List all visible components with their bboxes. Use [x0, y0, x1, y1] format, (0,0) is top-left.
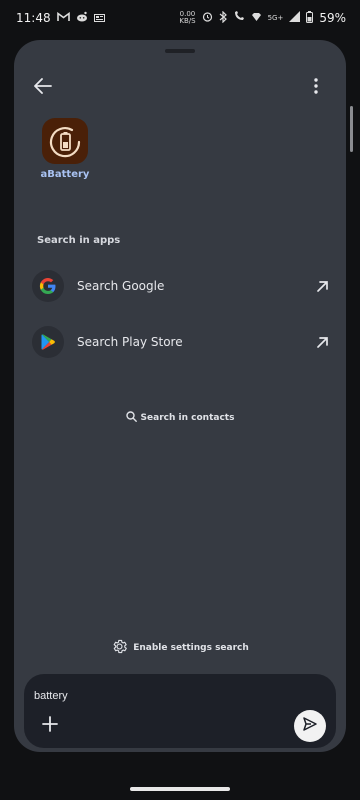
gmail-icon — [56, 11, 70, 25]
battery-percent: 59% — [319, 11, 346, 25]
network-type: 5G+ — [267, 13, 284, 22]
battery-icon — [306, 10, 314, 26]
enable-settings-search-label: Enable settings search — [133, 643, 249, 653]
news-icon — [93, 11, 105, 25]
arrow-up-right-icon — [312, 276, 332, 296]
status-left: 11:48 — [16, 11, 105, 25]
wifi-calling-icon — [233, 11, 245, 25]
edge-scroll-handle[interactable] — [350, 106, 353, 152]
signal-icon — [289, 11, 301, 25]
search-in-contacts-label: Search in contacts — [140, 413, 235, 423]
search-play-store-label: Search Play Store — [77, 335, 183, 349]
status-bar: 11:48 0.00 KB/S 5G+ 59% — [0, 0, 360, 36]
search-sheet: aBattery Search in apps Search Google Se… — [14, 40, 346, 752]
more-options-button[interactable] — [298, 70, 334, 106]
search-input[interactable] — [34, 688, 254, 704]
reddit-icon — [76, 11, 88, 25]
battery-app-icon — [42, 118, 88, 164]
alarm-icon — [202, 11, 213, 25]
bluetooth-icon — [219, 10, 227, 26]
play-store-icon — [32, 326, 64, 358]
search-input-panel — [24, 674, 336, 748]
data-speed: 0.00 KB/S — [179, 10, 196, 25]
search-in-contacts-button[interactable]: Search in contacts — [14, 411, 346, 425]
home-gesture-bar[interactable] — [130, 787, 230, 791]
search-google-label: Search Google — [77, 279, 165, 293]
drag-handle[interactable] — [165, 49, 195, 53]
more-vert-icon — [314, 78, 318, 98]
section-title-search-in-apps: Search in apps — [37, 235, 121, 246]
diamond-icon — [251, 11, 262, 25]
status-time: 11:48 — [16, 11, 51, 25]
plus-icon — [42, 716, 58, 736]
gear-icon — [111, 638, 128, 658]
app-label: aBattery — [40, 169, 90, 180]
status-right: 0.00 KB/S 5G+ 59% — [179, 10, 346, 26]
search-play-store-row[interactable]: Search Play Store — [32, 322, 332, 362]
send-button[interactable] — [294, 710, 326, 742]
enable-settings-search-button[interactable]: Enable settings search — [14, 638, 346, 658]
add-button[interactable] — [38, 714, 62, 738]
send-icon — [302, 716, 318, 736]
search-icon — [125, 411, 137, 425]
app-result-abattery[interactable]: aBattery — [38, 118, 92, 180]
arrow-up-right-icon — [312, 332, 332, 352]
google-icon — [32, 270, 64, 302]
back-arrow-icon — [34, 78, 52, 98]
back-button[interactable] — [25, 70, 61, 106]
search-google-row[interactable]: Search Google — [32, 266, 332, 306]
